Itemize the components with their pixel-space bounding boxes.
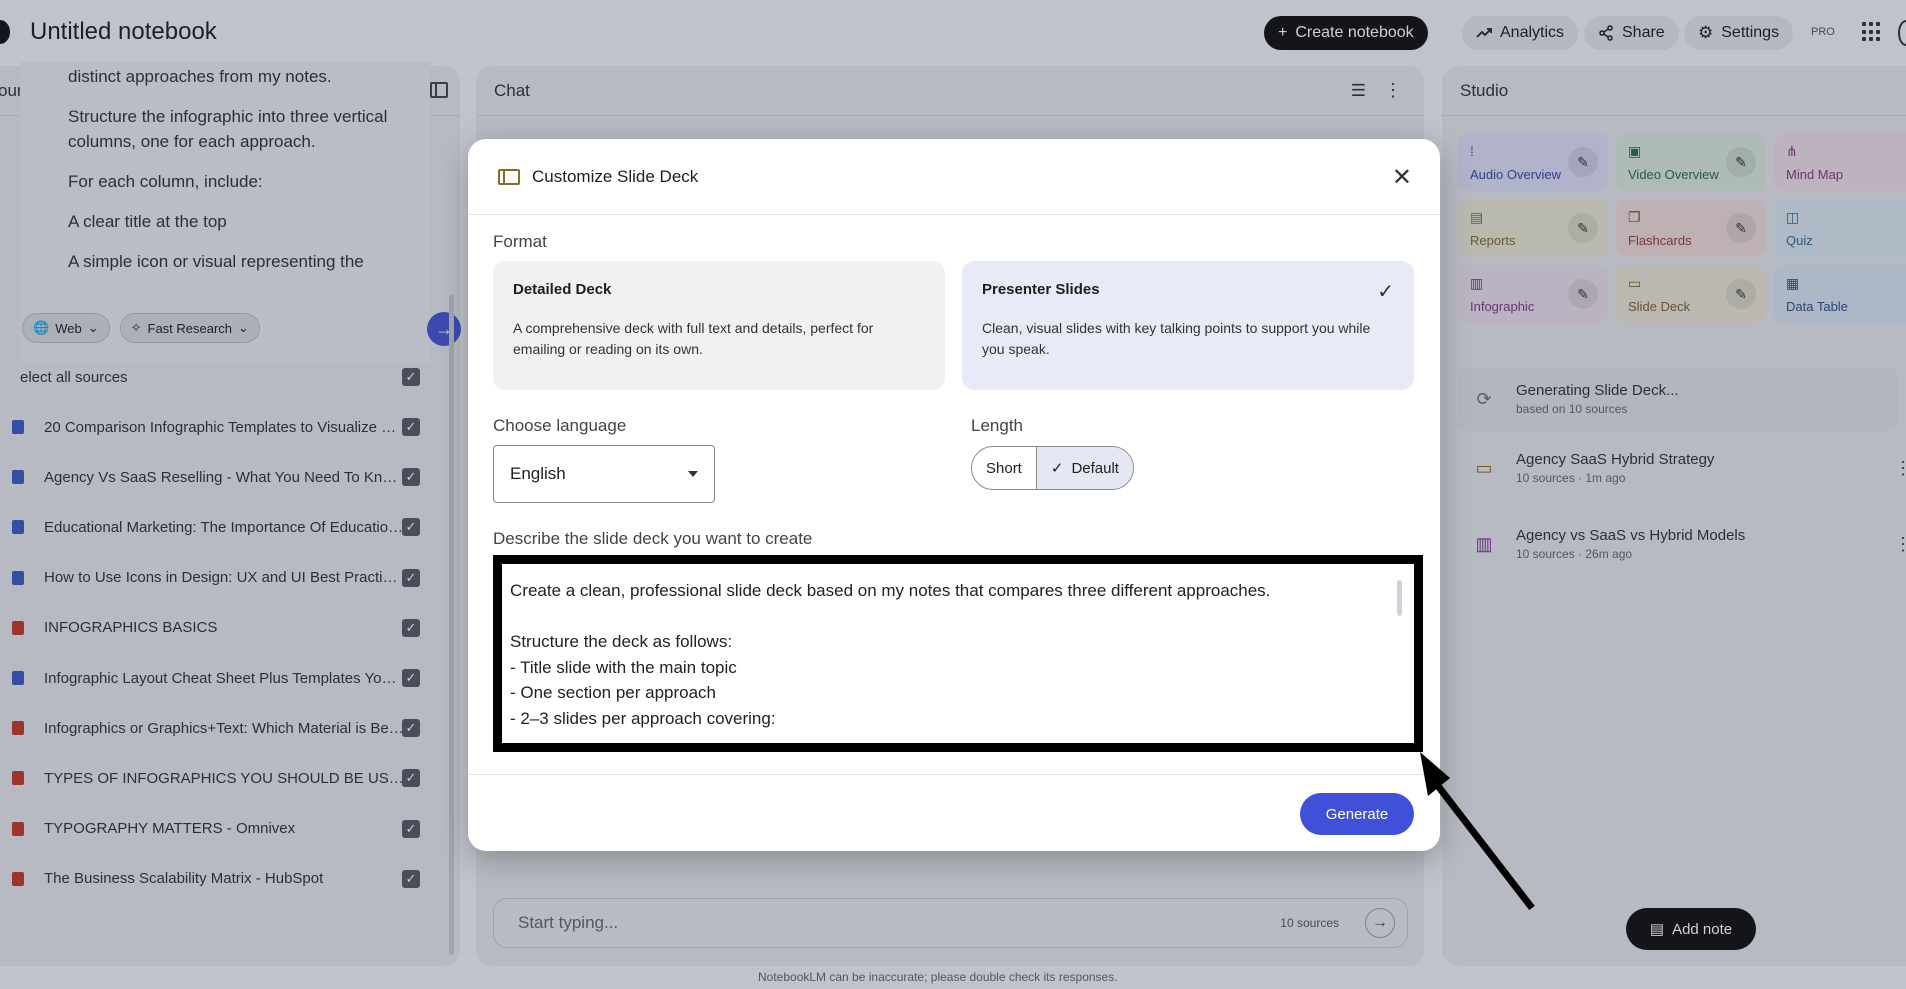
annotation-arrow-icon [1420,752,1535,911]
